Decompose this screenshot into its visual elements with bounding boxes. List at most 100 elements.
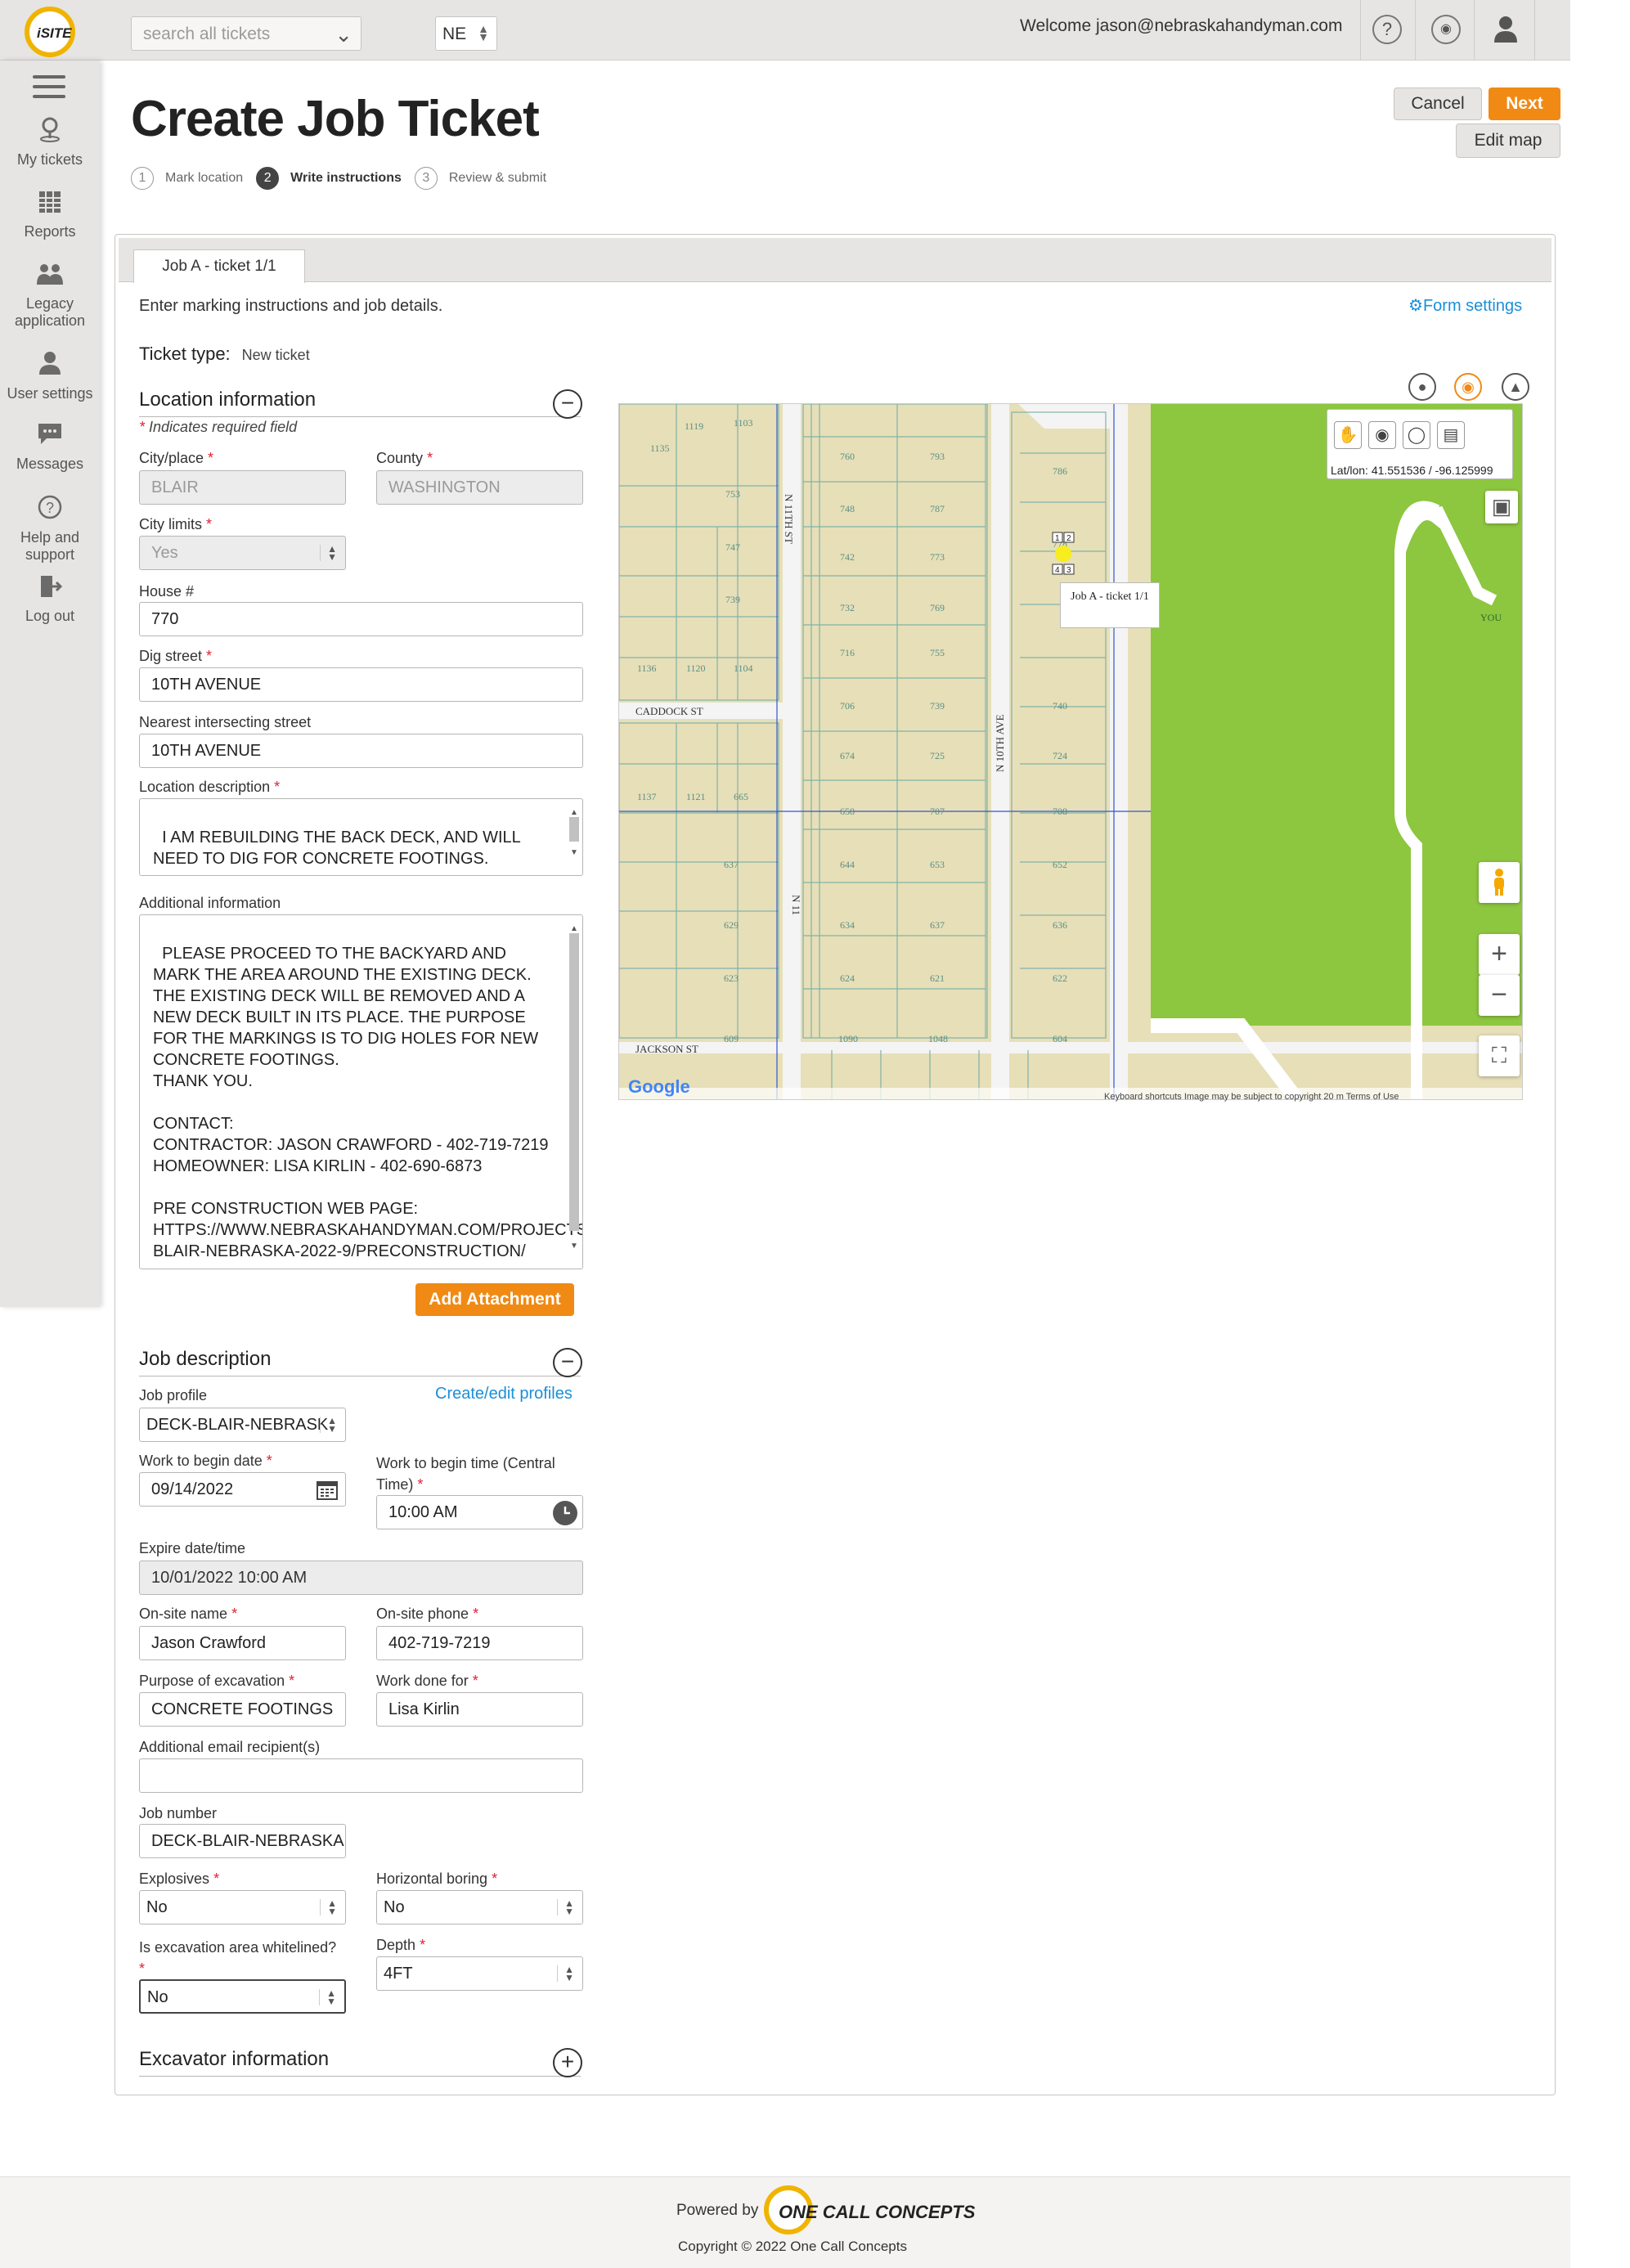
scrollbar[interactable]: ▲ ▼ <box>568 918 581 1265</box>
sidebar-item-messages[interactable]: Messages <box>0 422 100 473</box>
copyright-text: Copyright © 2022 One Call Concepts <box>678 2239 907 2254</box>
select-arrows-icon: ▲ ▼ <box>478 22 489 43</box>
onsite-phone-field[interactable]: 402-719-7219 <box>376 1626 583 1660</box>
form-settings-link[interactable]: ⚙Form settings <box>1408 295 1522 316</box>
chat-bubble-icon[interactable]: ◉ <box>1431 15 1461 44</box>
map-layers-icon[interactable]: ● <box>1408 373 1436 401</box>
additional-info-textarea[interactable]: PLEASE PROCEED TO THE BACKYARD AND MARK … <box>139 914 583 1269</box>
expire-label: Expire date/time <box>139 1540 246 1556</box>
sidebar-item-help[interactable]: ? Help and support <box>0 494 100 564</box>
job-profile-select[interactable]: DECK-BLAIR-NEBRASK ▲ ▼ <box>139 1408 346 1442</box>
dig-site-map[interactable]: CADDOCK ST JACKSON ST N 11TH ST N 10TH A… <box>618 403 1523 1100</box>
hand-pan-icon[interactable]: ✋ <box>1334 421 1362 449</box>
chevron-down-icon[interactable]: ⌄ <box>335 22 352 47</box>
zoom-out-button[interactable]: − <box>1479 975 1520 1016</box>
pin-icon[interactable]: ◉ <box>1368 421 1396 449</box>
sidebar-item-label: Log out <box>25 608 75 624</box>
lot-number: 755 <box>930 647 945 658</box>
lot-number: 665 <box>734 791 748 802</box>
next-button[interactable]: Next <box>1489 88 1560 120</box>
explosives-select[interactable]: No ▲ ▼ <box>139 1890 346 1924</box>
email-recipients-field[interactable] <box>139 1758 583 1793</box>
sidebar-item-legacy[interactable]: Legacy application <box>0 262 100 330</box>
hamburger-menu-icon[interactable] <box>33 75 65 105</box>
lot-number: 739 <box>725 594 740 605</box>
house-number-field[interactable]: 770 <box>139 602 583 636</box>
lot-number: 769 <box>930 602 945 613</box>
pegman-icon[interactable] <box>1479 862 1520 903</box>
lot-number: 637 <box>930 919 945 931</box>
explosives-value: No <box>146 1898 168 1916</box>
lot-number: 1103 <box>734 417 753 429</box>
people-icon <box>0 262 100 292</box>
chat-icon <box>0 422 100 452</box>
dig-site-marker[interactable] <box>1055 546 1071 562</box>
lot-number: 1135 <box>650 442 670 454</box>
job-number-field[interactable]: DECK-BLAIR-NEBRASKA <box>139 1824 346 1858</box>
intersecting-street-field[interactable]: 10TH AVENUE <box>139 734 583 768</box>
help-icon[interactable]: ? <box>1372 15 1402 44</box>
sidebar-item-logout[interactable]: Log out <box>0 574 100 625</box>
onsite-name-field[interactable]: Jason Crawford <box>139 1626 346 1660</box>
excavator-section-title: Excavator information <box>139 2048 581 2077</box>
powered-by-text: Powered by <box>676 2202 759 2219</box>
calendar-icon[interactable] <box>316 1478 339 1506</box>
lot-number: 748 <box>840 503 855 514</box>
whitelined-select[interactable]: No ▲ ▼ <box>139 1979 346 2014</box>
top-bar: iSITE search all tickets ⌄ NE ▲ ▼ Welcome… <box>0 0 1570 61</box>
user-icon[interactable] <box>1492 13 1520 46</box>
locate-person-icon[interactable]: ◉ <box>1454 373 1482 401</box>
satellite-icon[interactable]: ▲ <box>1502 373 1529 401</box>
begin-time-field[interactable]: 10:00 AM <box>376 1495 583 1529</box>
create-edit-profiles-link[interactable]: Create/edit profiles <box>435 1385 573 1403</box>
tab-job-a[interactable]: Job A - ticket 1/1 <box>133 249 305 283</box>
pin-outline-icon[interactable]: ◯ <box>1403 421 1430 449</box>
zoom-in-button[interactable]: + <box>1479 934 1520 975</box>
depth-select[interactable]: 4FT ▲ ▼ <box>376 1956 583 1991</box>
job-number-label: Job number <box>139 1805 218 1821</box>
clock-icon[interactable] <box>553 1501 577 1525</box>
sidebar-item-label: User settings <box>7 385 93 402</box>
ruler-icon[interactable]: ▤ <box>1437 421 1465 449</box>
collapse-icon[interactable]: − <box>553 1348 582 1377</box>
search-placeholder: search all tickets <box>143 25 271 43</box>
email-label: Additional email recipient(s) <box>139 1739 321 1755</box>
lot-number: 624 <box>840 972 855 984</box>
dig-street-field[interactable]: 10TH AVENUE <box>139 667 583 702</box>
marker-num: 3 <box>1066 566 1071 575</box>
cancel-button[interactable]: Cancel <box>1394 88 1482 120</box>
whitelined-label-text: Is excavation area whitelined? <box>139 1939 337 1956</box>
boring-select[interactable]: No ▲ ▼ <box>376 1890 583 1924</box>
fullscreen-icon[interactable]: ⛶ <box>1479 1035 1520 1076</box>
lot-number: 653 <box>930 859 945 870</box>
location-description-textarea[interactable]: I AM REBUILDING THE BACK DECK, AND WILL … <box>139 798 583 876</box>
map-you-label: YOU <box>1480 612 1502 623</box>
add-attachment-button[interactable]: Add Attachment <box>415 1283 574 1316</box>
scrollbar[interactable]: ▲ ▼ <box>568 802 581 872</box>
purpose-field[interactable]: CONCRETE FOOTINGS <box>139 1692 346 1727</box>
lot-number: 707 <box>930 806 945 817</box>
isite-logo[interactable]: iSITE <box>25 7 75 57</box>
fit-bounds-icon[interactable]: ▣ <box>1485 491 1518 523</box>
state-select[interactable]: NE ▲ ▼ <box>435 16 497 51</box>
sidebar-item-reports[interactable]: Reports <box>0 190 100 240</box>
job-section-title: Job description <box>139 1348 581 1377</box>
edit-map-button[interactable]: Edit map <box>1456 124 1560 158</box>
begin-date-field[interactable]: 09/14/2022 <box>139 1472 346 1507</box>
dig-street-label: Dig street * <box>139 648 213 664</box>
location-section-title: Location information <box>139 388 581 417</box>
expire-field: 10/01/2022 10:00 AM <box>139 1561 583 1595</box>
lot-number: 623 <box>724 972 739 984</box>
sidebar-item-my-tickets[interactable]: My tickets <box>0 116 100 168</box>
map-attribution[interactable]: Keyboard shortcuts Image may be subject … <box>1104 1092 1399 1102</box>
step-label: Mark location <box>165 171 244 185</box>
begin-date-label-text: Work to begin date <box>139 1453 263 1469</box>
ticket-search-input[interactable]: search all tickets ⌄ <box>131 16 361 51</box>
done-for-field[interactable]: Lisa Kirlin <box>376 1692 583 1727</box>
sidebar-item-user-settings[interactable]: User settings <box>0 350 100 402</box>
collapse-icon[interactable]: − <box>553 389 582 419</box>
street-label: N 11TH ST <box>783 494 795 544</box>
expand-icon[interactable]: + <box>553 2048 582 2077</box>
city-label: City/place * <box>139 450 214 466</box>
job-popup-label: Job A - ticket 1/1 <box>1060 582 1160 628</box>
